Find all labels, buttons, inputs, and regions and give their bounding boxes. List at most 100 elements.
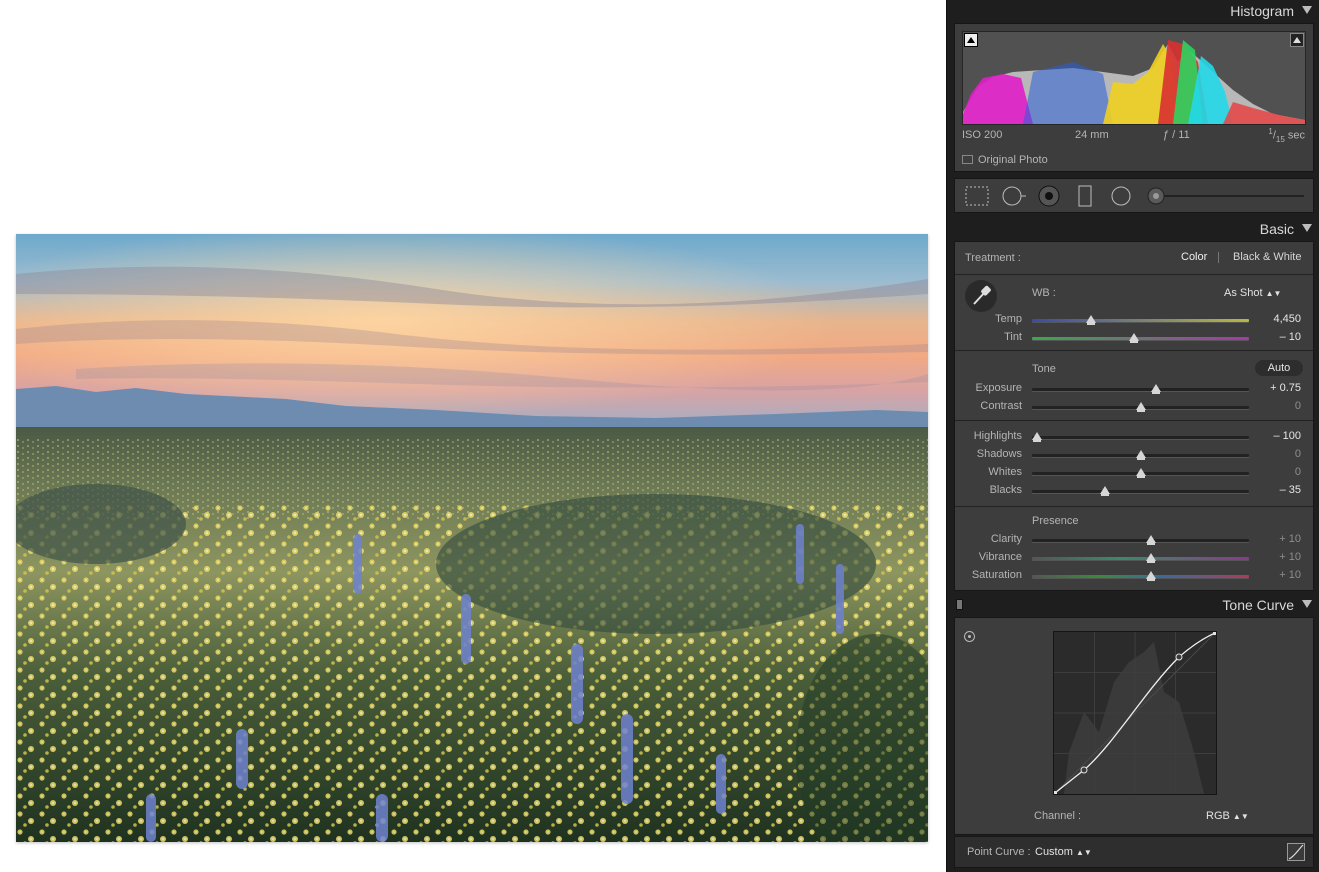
develop-right-panel: Histogram ISO 200 24 mm ƒ / 11 1/15 sec … bbox=[946, 0, 1319, 872]
divider bbox=[955, 506, 1313, 507]
histogram-panel: ISO 200 24 mm ƒ / 11 1/15 sec Original P… bbox=[954, 23, 1314, 172]
treatment-bw-option[interactable]: Black & White bbox=[1233, 251, 1301, 263]
exposure-slider-track[interactable] bbox=[1032, 384, 1249, 394]
point-curve-select[interactable]: Custom ▲▼ bbox=[1035, 846, 1092, 858]
tint-slider-track[interactable] bbox=[1032, 333, 1249, 343]
tone-curve-graph[interactable] bbox=[1053, 631, 1217, 795]
photo-image bbox=[16, 234, 928, 842]
curve-edit-toggle-icon[interactable] bbox=[1287, 843, 1305, 861]
tool-strip-icons bbox=[965, 185, 1304, 207]
spot-removal-tool-icon[interactable] bbox=[1002, 186, 1026, 206]
treatment-label: Treatment : bbox=[965, 252, 1021, 264]
original-photo-label: Original Photo bbox=[978, 154, 1048, 166]
point-curve-label: Point Curve : bbox=[967, 846, 1031, 858]
slider-thumb[interactable] bbox=[1129, 333, 1140, 343]
treatment-color-option[interactable]: Color bbox=[1181, 251, 1207, 263]
collapse-triangle-icon[interactable] bbox=[1302, 6, 1312, 14]
slider-label: Contrast bbox=[980, 400, 1022, 412]
slider-value[interactable]: + 10 bbox=[1279, 569, 1301, 581]
shutter-numerator: 1 bbox=[1268, 127, 1273, 136]
presence-label: Presence bbox=[1032, 515, 1079, 527]
shutter-readout: 1/15 sec bbox=[1268, 127, 1305, 144]
updown-arrows-icon: ▲▼ bbox=[1075, 848, 1092, 857]
collapse-triangle-icon[interactable] bbox=[1302, 600, 1312, 608]
channel-select[interactable]: RGB ▲▼ bbox=[1206, 810, 1249, 822]
slider-thumb[interactable] bbox=[1135, 468, 1146, 478]
histogram-header[interactable]: Histogram bbox=[947, 0, 1319, 22]
slider-label: Vibrance bbox=[978, 551, 1022, 563]
slider-value[interactable]: – 35 bbox=[1280, 484, 1301, 496]
slider-value[interactable]: 4,450 bbox=[1273, 313, 1301, 325]
shadows-slider-track[interactable] bbox=[1032, 450, 1249, 460]
tone-curve-title: Tone Curve bbox=[1222, 597, 1294, 613]
shadow-clipping-icon[interactable] bbox=[964, 33, 978, 47]
whites-slider-track[interactable] bbox=[1032, 468, 1249, 478]
contrast-slider-track[interactable] bbox=[1032, 402, 1249, 412]
slider-thumb[interactable] bbox=[1032, 432, 1042, 442]
shutter-denominator: 15 bbox=[1275, 134, 1285, 144]
highlights-slider-track[interactable] bbox=[1032, 432, 1249, 442]
updown-arrows-icon: ▲▼ bbox=[1265, 289, 1282, 298]
slider-value[interactable]: + 10 bbox=[1279, 551, 1301, 563]
slider-thumb[interactable] bbox=[1135, 402, 1146, 412]
divider bbox=[955, 350, 1313, 351]
collapse-triangle-icon[interactable] bbox=[1302, 224, 1312, 232]
radial-filter-tool-icon[interactable] bbox=[1111, 186, 1131, 206]
slider-thumb[interactable] bbox=[1135, 450, 1146, 460]
slider-label: Exposure bbox=[975, 382, 1022, 394]
clarity-slider-track[interactable] bbox=[1032, 535, 1249, 545]
slider-thumb[interactable] bbox=[1145, 535, 1156, 545]
histogram-chart bbox=[963, 40, 1305, 124]
tone-curve-header[interactable]: Tone Curve bbox=[947, 594, 1319, 616]
basic-header[interactable]: Basic bbox=[947, 218, 1319, 240]
updown-arrows-icon: ▲▼ bbox=[1232, 812, 1249, 821]
slider-value[interactable]: – 10 bbox=[1280, 331, 1301, 343]
focal-length-readout: 24 mm bbox=[1075, 129, 1109, 141]
tone-label: Tone bbox=[1032, 363, 1056, 375]
basic-title: Basic bbox=[1259, 221, 1294, 237]
auto-tone-button[interactable]: Auto bbox=[1255, 360, 1303, 376]
vibrance-slider-track[interactable] bbox=[1032, 553, 1249, 563]
photo-canvas bbox=[0, 0, 946, 872]
shutter-unit: sec bbox=[1287, 129, 1305, 142]
slider-value[interactable]: 0 bbox=[1295, 400, 1301, 412]
slider-value[interactable]: – 100 bbox=[1273, 430, 1301, 442]
slider-thumb[interactable] bbox=[1145, 553, 1156, 563]
slider-value[interactable]: + 0.75 bbox=[1270, 382, 1301, 394]
slider-thumb[interactable] bbox=[1100, 486, 1111, 496]
slider-thumb[interactable] bbox=[1145, 571, 1156, 581]
tone-curve-panel: Channel : RGB ▲▼ bbox=[954, 617, 1314, 835]
tone-curve-plot bbox=[1053, 631, 1217, 795]
slider-thumb[interactable] bbox=[1085, 315, 1096, 325]
temp-slider-track[interactable] bbox=[1032, 315, 1249, 325]
slider-label: Temp bbox=[995, 313, 1022, 325]
divider bbox=[955, 274, 1313, 275]
point-curve-value: Custom bbox=[1035, 846, 1073, 858]
white-balance-eyedropper-icon[interactable] bbox=[965, 280, 997, 312]
targeted-adjustment-icon[interactable] bbox=[964, 631, 975, 642]
wb-value: As Shot bbox=[1224, 287, 1263, 299]
slider-label: Tint bbox=[1004, 331, 1022, 343]
original-photo-checkbox[interactable] bbox=[962, 155, 973, 164]
saturation-slider-track[interactable] bbox=[1032, 571, 1249, 581]
wb-label: WB : bbox=[1032, 287, 1056, 299]
slider-thumb[interactable] bbox=[1151, 384, 1162, 394]
slider-value[interactable]: 0 bbox=[1295, 466, 1301, 478]
landscape-photo[interactable] bbox=[16, 234, 928, 842]
slider-label: Highlights bbox=[973, 430, 1022, 442]
tone-curve-toggle-switch[interactable] bbox=[956, 599, 963, 610]
highlight-clipping-icon[interactable] bbox=[1290, 33, 1304, 47]
aperture-readout: ƒ / 11 bbox=[1163, 129, 1190, 141]
blacks-slider-track[interactable] bbox=[1032, 486, 1249, 496]
crop-tool-icon[interactable] bbox=[965, 186, 989, 206]
graduated-filter-tool-icon[interactable] bbox=[1078, 185, 1092, 207]
channel-value: RGB bbox=[1206, 810, 1230, 822]
wb-select[interactable]: As Shot ▲▼ bbox=[1224, 287, 1281, 299]
red-eye-tool-icon[interactable] bbox=[1038, 185, 1060, 207]
slider-value[interactable]: 0 bbox=[1295, 448, 1301, 460]
divider bbox=[955, 420, 1313, 421]
tool-strip bbox=[954, 178, 1314, 213]
slider-value[interactable]: + 10 bbox=[1279, 533, 1301, 545]
histogram-graph bbox=[962, 31, 1306, 125]
adjustment-brush-slider[interactable] bbox=[1147, 187, 1304, 205]
